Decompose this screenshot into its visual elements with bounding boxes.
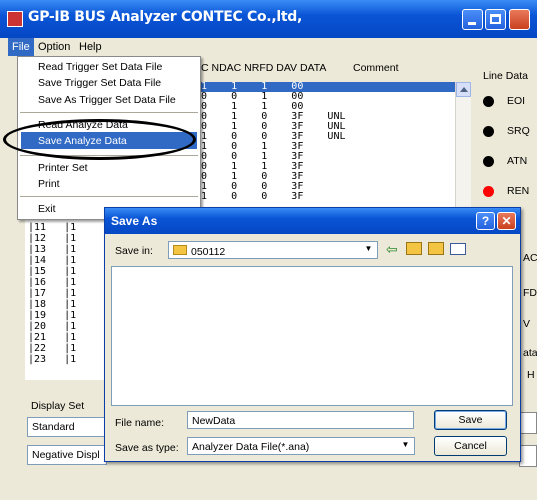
menu-file[interactable]: File <box>8 38 34 56</box>
file-name-input[interactable]: NewData <box>187 411 414 429</box>
menu-print[interactable]: Print <box>38 176 60 192</box>
dialog-title-bar: Save As ? ✕ <box>105 208 520 234</box>
minimize-button[interactable] <box>462 9 483 30</box>
atn-indicator <box>483 156 494 167</box>
edge-button[interactable] <box>519 445 537 467</box>
help-icon[interactable]: ? <box>476 212 495 230</box>
event-row[interactable]: |19 |1 <box>28 310 76 321</box>
event-row[interactable]: |14 |1 <box>28 255 76 266</box>
menu-read-trigger[interactable]: Read Trigger Set Data File <box>38 59 162 75</box>
chevron-down-icon[interactable]: ▼ <box>398 438 413 454</box>
save-as-dialog: Save As ? ✕ Save in: 050112 ▼ ⇦ File nam… <box>104 207 521 462</box>
event-row[interactable]: |13 |1 <box>28 244 76 255</box>
trace-scrollbar[interactable] <box>455 82 471 210</box>
edge-label: AC <box>523 252 537 264</box>
trace-row[interactable]: 1 0 0 3F <box>201 192 303 202</box>
display-set-label: Display Set <box>31 400 85 412</box>
event-row[interactable]: |22 |1 <box>28 343 76 354</box>
cancel-button[interactable]: Cancel <box>434 436 507 456</box>
edge-label: V <box>523 318 531 330</box>
close-button[interactable] <box>509 9 530 30</box>
menu-bar: File Option Help <box>0 38 537 56</box>
negative-display-combo[interactable]: Negative Displ <box>27 445 107 465</box>
save-in-label: Save in: <box>115 245 153 257</box>
trace-column-header: C NDAC NRFD DAV DATA <box>201 62 327 74</box>
folder-icon <box>173 245 187 255</box>
new-folder-icon[interactable] <box>428 242 444 255</box>
maximize-button[interactable] <box>485 9 506 30</box>
edge-button[interactable] <box>519 412 537 434</box>
edge-label: FD <box>523 287 537 299</box>
file-name-label: File name: <box>115 417 165 429</box>
event-row[interactable]: |15 |1 <box>28 266 76 277</box>
srq-indicator <box>483 126 494 137</box>
dialog-title: Save As <box>111 214 158 228</box>
eoi-label: EOI <box>507 95 526 107</box>
menu-separator <box>20 196 198 197</box>
view-menu-icon[interactable] <box>450 243 466 255</box>
event-row[interactable]: |11 |1 <box>28 222 76 233</box>
save-type-label: Save as type: <box>115 442 179 454</box>
event-row[interactable]: |16 |1 <box>28 277 76 288</box>
event-row[interactable]: |18 |1 <box>28 299 76 310</box>
scroll-up-button[interactable] <box>456 82 471 97</box>
edge-label: H <box>527 369 535 381</box>
menu-save-trigger[interactable]: Save Trigger Set Data File <box>38 75 161 91</box>
trace-list[interactable]: 1 1 1 00 0 0 1 00 0 1 1 00 0 1 0 3F UNL … <box>201 82 470 210</box>
save-in-value: 050112 <box>191 246 226 258</box>
highlight-ellipse <box>3 119 196 160</box>
atn-label: ATN <box>507 155 528 167</box>
menu-separator <box>20 112 198 113</box>
event-row[interactable]: |20 |1 <box>28 321 76 332</box>
menu-help[interactable]: Help <box>75 38 106 56</box>
eoi-indicator <box>483 96 494 107</box>
comment-column-header: Comment <box>353 62 399 74</box>
save-button[interactable]: Save <box>434 410 507 430</box>
event-row[interactable]: |23 |1 <box>28 354 76 365</box>
window-title: GP-IB BUS Analyzer CONTEC Co.,ltd, <box>28 9 302 25</box>
edge-label: ata <box>523 347 537 359</box>
back-icon[interactable]: ⇦ <box>386 241 398 258</box>
display-set-combo[interactable]: Standard <box>27 417 107 437</box>
event-row[interactable]: |12 |1 <box>28 233 76 244</box>
menu-option[interactable]: Option <box>34 38 74 56</box>
save-in-combo[interactable]: 050112 ▼ <box>168 241 378 259</box>
event-row[interactable]: |21 |1 <box>28 332 76 343</box>
title-bar: GP-IB BUS Analyzer CONTEC Co.,ltd, <box>0 0 537 38</box>
ren-indicator <box>483 186 494 197</box>
event-row[interactable]: |17 |1 <box>28 288 76 299</box>
file-browser-area[interactable] <box>111 266 513 406</box>
menu-printer-set[interactable]: Printer Set <box>38 160 88 176</box>
menu-save-as-trigger[interactable]: Save As Trigger Set Data File <box>38 92 176 108</box>
save-type-value: Analyzer Data File(*.ana) <box>192 441 310 453</box>
chevron-down-icon[interactable]: ▼ <box>361 242 376 258</box>
app-icon <box>7 11 23 27</box>
close-icon[interactable]: ✕ <box>497 212 516 230</box>
ren-label: REN <box>507 185 530 197</box>
menu-exit[interactable]: Exit <box>38 201 56 217</box>
save-type-combo[interactable]: Analyzer Data File(*.ana) ▼ <box>187 437 415 455</box>
srq-label: SRQ <box>507 125 530 137</box>
line-data-title: Line Data <box>483 70 528 82</box>
event-list[interactable]: |11 |1 |12 |1 |13 |1 |14 |1 |15 |1 |16 |… <box>25 220 105 380</box>
up-folder-icon[interactable] <box>406 242 422 255</box>
